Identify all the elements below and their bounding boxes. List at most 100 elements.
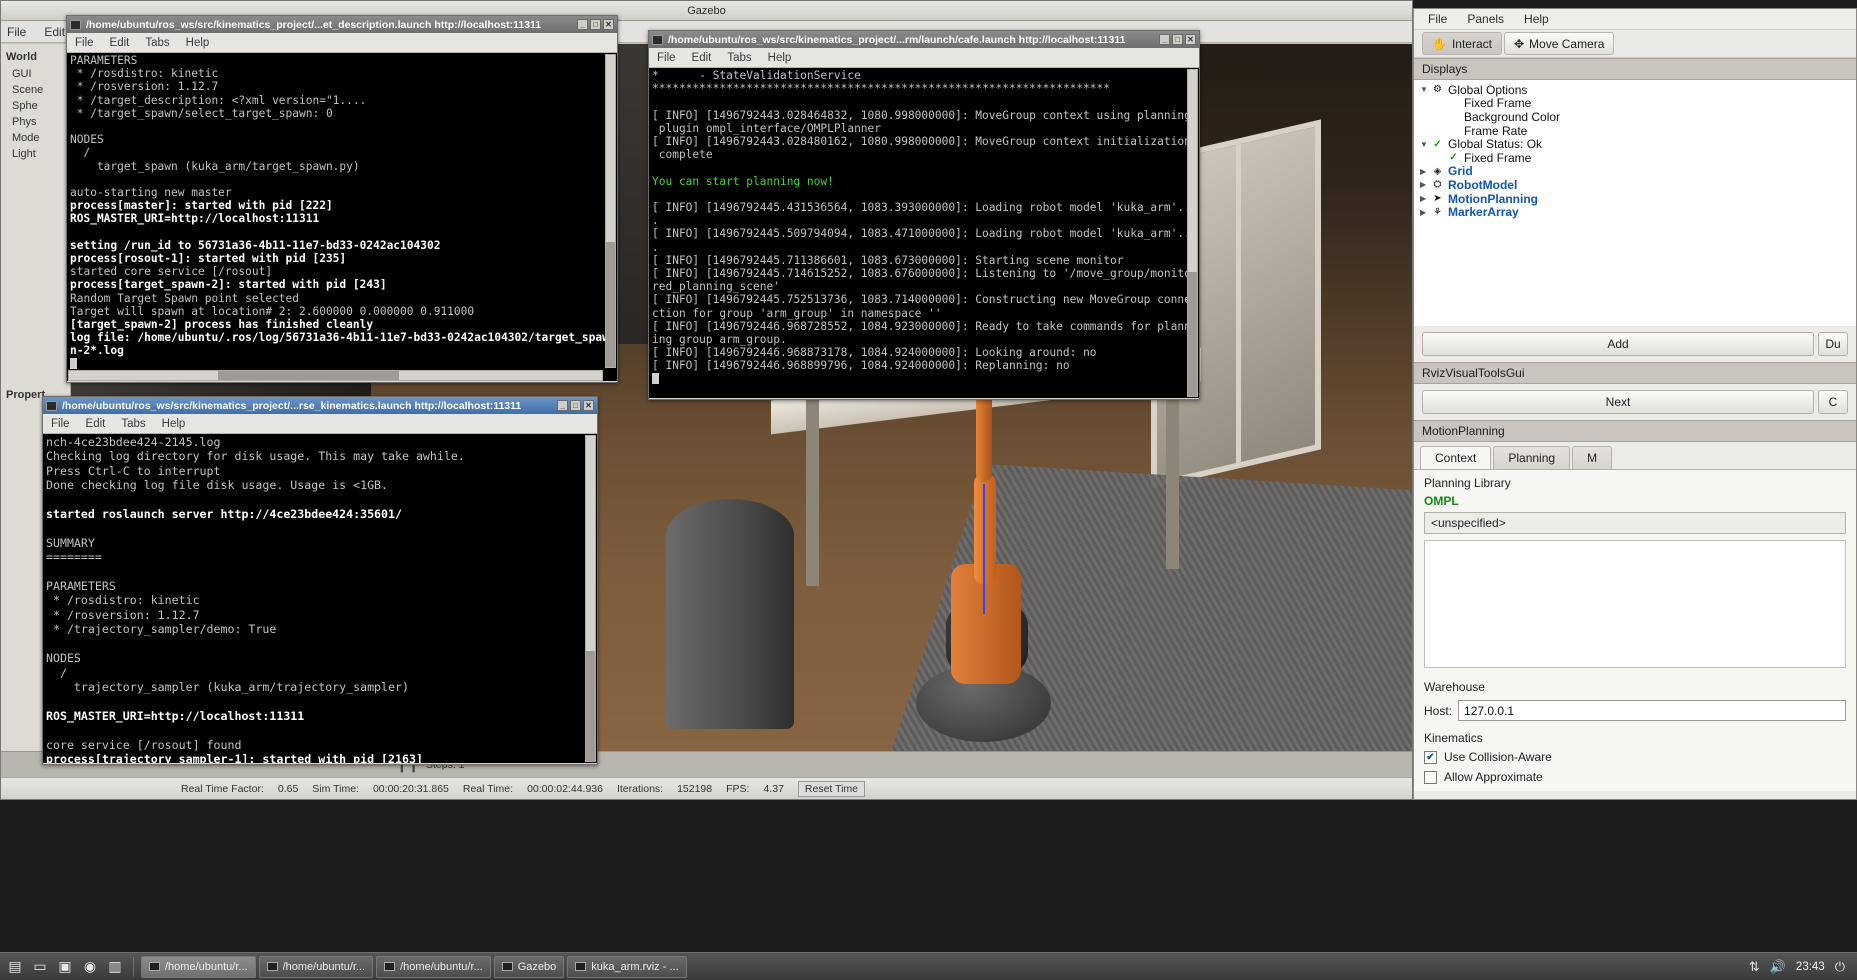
- close-button[interactable]: ✕: [603, 19, 614, 30]
- tab-planning[interactable]: Planning: [1493, 446, 1571, 469]
- host-input[interactable]: 127.0.0.1: [1458, 700, 1846, 721]
- rviz-menu-panels[interactable]: Panels: [1467, 12, 1504, 26]
- menu-tabs[interactable]: Tabs: [145, 37, 169, 49]
- display-item-background-color[interactable]: Background Color: [1414, 110, 1856, 124]
- display-item-motionplanning[interactable]: ▶ ➤ MotionPlanning: [1414, 192, 1856, 206]
- maximize-button[interactable]: □: [1172, 34, 1183, 45]
- menu-edit[interactable]: Edit: [110, 37, 130, 49]
- taskbar-button[interactable]: Gazebo: [493, 955, 565, 978]
- reset-time-button[interactable]: Reset Time: [797, 780, 866, 797]
- close-button[interactable]: ✕: [1185, 34, 1196, 45]
- power-icon[interactable]: ⏻: [1835, 959, 1845, 975]
- minimize-button[interactable]: _: [1159, 34, 1170, 45]
- maximize-button[interactable]: □: [570, 400, 581, 411]
- terminal-window-target-description[interactable]: /home/ubuntu/ros_ws/src/kinematics_proje…: [66, 15, 618, 383]
- display-item-label: Fixed Frame: [1464, 96, 1532, 111]
- menu-help[interactable]: Help: [768, 52, 792, 64]
- menu-help[interactable]: Help: [186, 37, 210, 49]
- menu-help[interactable]: Help: [162, 418, 186, 430]
- approximate-ik-checkbox[interactable]: [1424, 770, 1437, 784]
- interact-tool-button[interactable]: ✋ Interact: [1422, 32, 1502, 55]
- terminal-window-rse-kinematics[interactable]: /home/ubuntu/ros_ws/src/kinematics_proje…: [42, 396, 598, 765]
- menu-icon[interactable]: ▤: [4, 956, 26, 978]
- next-button[interactable]: Next: [1422, 390, 1814, 414]
- gazebo-world-lights[interactable]: Light: [4, 146, 67, 162]
- display-item-fixed-frame[interactable]: Fixed Frame: [1414, 96, 1856, 111]
- terminal-line: nch-4ce23bdee424-2145.log: [46, 435, 221, 449]
- menu-file[interactable]: File: [75, 37, 94, 49]
- approximate-ik-row[interactable]: Allow Approximate: [1414, 767, 1856, 787]
- terminal-launcher-icon[interactable]: ▣: [54, 956, 76, 978]
- terminal-vscrollbar[interactable]: [585, 435, 596, 762]
- maximize-button[interactable]: □: [590, 19, 601, 30]
- display-item-robotmodel[interactable]: ▶ ⛭ RobotModel: [1414, 178, 1856, 192]
- files-launcher-icon[interactable]: ▥: [104, 956, 126, 978]
- menu-tabs[interactable]: Tabs: [727, 52, 751, 64]
- hand-icon: ✋: [1432, 36, 1447, 51]
- menu-tabs[interactable]: Tabs: [121, 418, 145, 430]
- displays-tree[interactable]: ▼ ⚙ Global Options Fixed Frame Background Co…: [1414, 80, 1856, 326]
- gazebo-world-physics[interactable]: Phys: [4, 114, 67, 130]
- chevron-right-icon[interactable]: ▶: [1420, 167, 1431, 176]
- add-display-button[interactable]: Add: [1422, 332, 1814, 356]
- terminal-line: started core service [/rosout]: [70, 265, 273, 279]
- terminal-output[interactable]: PARAMETERS * /rosdistro: kinetic * /rosv…: [67, 53, 617, 381]
- rviz-menu-help[interactable]: Help: [1524, 12, 1549, 26]
- collision-aware-row[interactable]: ✔ Use Collision-Aware: [1414, 747, 1856, 767]
- display-item-fixed-frame[interactable]: ✓ Fixed Frame: [1414, 151, 1856, 165]
- collision-aware-checkbox[interactable]: ✔: [1424, 750, 1437, 764]
- continue-button[interactable]: C: [1818, 390, 1848, 414]
- taskbar-button[interactable]: kuka_arm.rviz - ...: [567, 955, 687, 978]
- terminal-vscrollbar[interactable]: [605, 54, 616, 368]
- planner-select[interactable]: <unspecified>: [1424, 512, 1846, 534]
- display-item-global-status-ok[interactable]: ▼ ✓ Global Status: Ok: [1414, 137, 1856, 151]
- terminal-line: * /trajectory_sampler/demo: True: [46, 622, 277, 637]
- terminal-titlebar[interactable]: /home/ubuntu/ros_ws/src/kinematics_proje…: [67, 16, 617, 33]
- browser-launcher-icon[interactable]: ◉: [79, 956, 101, 978]
- chevron-right-icon[interactable]: ▶: [1420, 180, 1431, 189]
- menu-edit[interactable]: Edit: [692, 52, 712, 64]
- volume-icon[interactable]: 🔊: [1770, 959, 1786, 975]
- gazebo-world-sphere[interactable]: Sphe: [4, 98, 67, 114]
- taskbar-button[interactable]: /home/ubuntu/r...: [258, 955, 374, 978]
- tab-context[interactable]: Context: [1420, 446, 1492, 469]
- terminal-titlebar[interactable]: /home/ubuntu/ros_ws/src/kinematics_proje…: [649, 31, 1199, 48]
- display-item-global-options[interactable]: ▼ ⚙ Global Options: [1414, 83, 1856, 97]
- chevron-right-icon[interactable]: ▶: [1420, 194, 1431, 203]
- rviz-menu-file[interactable]: File: [1428, 12, 1447, 26]
- terminal-hscrollbar[interactable]: [68, 370, 603, 381]
- context-blank-area: [1424, 540, 1846, 668]
- show-desktop-icon[interactable]: ▭: [29, 956, 51, 978]
- chevron-right-icon[interactable]: ▶: [1420, 208, 1431, 217]
- duplicate-display-button[interactable]: Du: [1818, 332, 1848, 356]
- taskbar-button[interactable]: /home/ubuntu/r...: [141, 955, 256, 978]
- gazebo-world-models[interactable]: Mode: [4, 130, 67, 146]
- terminal-output[interactable]: * - StateValidationService **************…: [649, 68, 1199, 398]
- menu-file[interactable]: File: [657, 52, 676, 64]
- host-label: Host:: [1424, 703, 1453, 718]
- display-item-grid[interactable]: ▶ ◈ Grid: [1414, 164, 1856, 178]
- gazebo-menu-edit[interactable]: Edit: [44, 25, 65, 39]
- terminal-output[interactable]: nch-4ce23bdee424-2145.log Checking log di…: [43, 434, 597, 763]
- chevron-down-icon[interactable]: ▼: [1420, 85, 1431, 94]
- taskbar-button[interactable]: /home/ubuntu/r...: [376, 955, 491, 978]
- gazebo-menu-file[interactable]: File: [7, 25, 26, 39]
- move-camera-tool-button[interactable]: ✥ Move Camera: [1503, 32, 1615, 55]
- display-item-frame-rate[interactable]: Frame Rate: [1414, 124, 1856, 138]
- minimize-button[interactable]: _: [577, 19, 588, 30]
- display-item-markerarray[interactable]: ▶ ⚘ MarkerArray: [1414, 205, 1856, 219]
- terminal-window-cafe-launch[interactable]: /home/ubuntu/ros_ws/src/kinematics_proje…: [648, 30, 1200, 400]
- tab-manipulation[interactable]: M: [1572, 446, 1613, 469]
- menu-file[interactable]: File: [51, 418, 70, 430]
- gazebo-world-gui[interactable]: GUI: [4, 66, 67, 82]
- gazebo-world-scene[interactable]: Scene: [4, 82, 67, 98]
- chevron-down-icon[interactable]: ▼: [1420, 140, 1431, 149]
- terminal-line: Press Ctrl-C to interrupt: [46, 463, 221, 478]
- minimize-button[interactable]: _: [557, 400, 568, 411]
- close-button[interactable]: ✕: [583, 400, 594, 411]
- taskbar-button-label: Gazebo: [517, 960, 557, 973]
- terminal-vscrollbar[interactable]: [1187, 69, 1198, 397]
- network-icon[interactable]: ⇅: [1749, 959, 1760, 975]
- terminal-titlebar[interactable]: /home/ubuntu/ros_ws/src/kinematics_proje…: [43, 397, 597, 414]
- menu-edit[interactable]: Edit: [86, 418, 106, 430]
